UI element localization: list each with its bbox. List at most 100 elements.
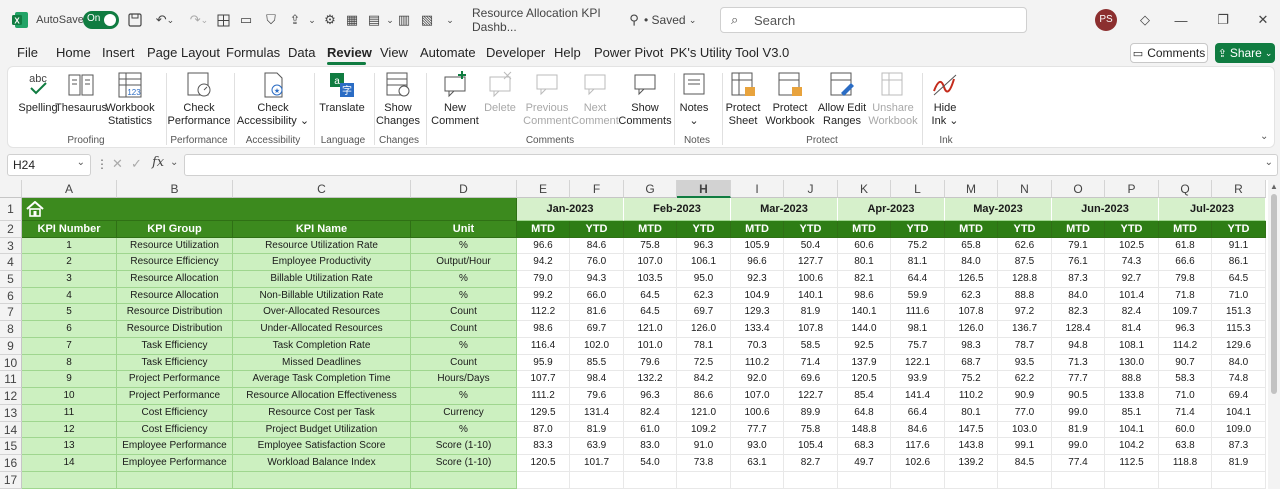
- value-cell[interactable]: 68.3: [838, 438, 891, 455]
- kpi-name-cell[interactable]: Resource Utilization Rate: [233, 238, 411, 254]
- value-cell[interactable]: 84.5: [998, 455, 1052, 472]
- unit-cell[interactable]: %: [411, 388, 517, 405]
- kpi-number-cell[interactable]: 4: [22, 288, 117, 304]
- minimize-icon[interactable]: —: [1172, 9, 1190, 31]
- redo-icon[interactable]: ↷ ⌄: [184, 9, 214, 31]
- empty-cell[interactable]: [891, 472, 945, 489]
- empty-cell[interactable]: [117, 472, 233, 489]
- formula-input[interactable]: ⌄: [184, 154, 1278, 176]
- value-cell[interactable]: 148.8: [838, 422, 891, 438]
- value-cell[interactable]: 99.0: [1052, 405, 1105, 422]
- kpi-name-cell[interactable]: Under-Allocated Resources: [233, 321, 411, 338]
- undo-icon[interactable]: ↶ ⌄: [150, 9, 180, 31]
- value-cell[interactable]: 128.8: [998, 271, 1052, 288]
- value-cell[interactable]: 87.0: [517, 422, 570, 438]
- value-cell[interactable]: 110.2: [945, 388, 998, 405]
- new-comment-button[interactable]: New Comment: [431, 71, 479, 128]
- row-header[interactable]: 2: [0, 221, 22, 238]
- column-header[interactable]: N: [998, 180, 1052, 198]
- unit-cell[interactable]: %: [411, 271, 517, 288]
- empty-cell[interactable]: [1105, 472, 1159, 489]
- kpi-number-cell[interactable]: 13: [22, 438, 117, 455]
- cancel-icon[interactable]: ✕: [112, 156, 123, 172]
- value-cell[interactable]: 151.3: [1212, 304, 1266, 321]
- value-cell[interactable]: 115.3: [1212, 321, 1266, 338]
- tab-formulas[interactable]: Formulas: [226, 45, 280, 60]
- value-cell[interactable]: 77.7: [1052, 371, 1105, 388]
- value-cell[interactable]: 91.0: [677, 438, 731, 455]
- value-cell[interactable]: 90.5: [1052, 388, 1105, 405]
- show-changes-button[interactable]: Show Changes: [376, 71, 420, 128]
- name-box[interactable]: H24 ⌄: [7, 154, 91, 176]
- empty-cell[interactable]: [731, 472, 784, 489]
- column-header[interactable]: G: [624, 180, 677, 198]
- protect-sheet-button[interactable]: Protect Sheet: [724, 71, 762, 128]
- kpi-name-cell[interactable]: Employee Productivity: [233, 254, 411, 271]
- kpi-group-cell[interactable]: Employee Performance: [117, 438, 233, 455]
- value-cell[interactable]: 98.4: [570, 371, 624, 388]
- value-cell[interactable]: 75.8: [784, 422, 838, 438]
- empty-cell[interactable]: [517, 472, 570, 489]
- calculator-icon[interactable]: ▥: [396, 9, 412, 31]
- kpi-group-cell[interactable]: Resource Utilization: [117, 238, 233, 254]
- value-cell[interactable]: 126.5: [945, 271, 998, 288]
- value-cell[interactable]: 104.9: [731, 288, 784, 304]
- value-cell[interactable]: 71.4: [1159, 405, 1212, 422]
- scroll-thumb[interactable]: [1271, 194, 1277, 394]
- column-header[interactable]: C: [233, 180, 411, 198]
- chevron-down-icon[interactable]: ⌄: [306, 9, 318, 31]
- value-cell[interactable]: 76.0: [570, 254, 624, 271]
- value-cell[interactable]: 77.7: [731, 422, 784, 438]
- value-cell[interactable]: 80.1: [838, 254, 891, 271]
- kpi-name-cell[interactable]: Over-Allocated Resources: [233, 304, 411, 321]
- value-cell[interactable]: 85.5: [570, 355, 624, 371]
- value-cell[interactable]: 99.0: [1052, 438, 1105, 455]
- value-cell[interactable]: 93.0: [731, 438, 784, 455]
- value-cell[interactable]: 54.0: [624, 455, 677, 472]
- value-cell[interactable]: 136.7: [998, 321, 1052, 338]
- protect-workbook-button[interactable]: Protect Workbook: [764, 71, 816, 128]
- value-cell[interactable]: 61.0: [624, 422, 677, 438]
- value-cell[interactable]: 66.4: [891, 405, 945, 422]
- value-cell[interactable]: 79.1: [1052, 238, 1105, 254]
- unshare-workbook-button[interactable]: Unshare Workbook: [866, 71, 920, 128]
- row-header[interactable]: 16: [0, 455, 22, 472]
- value-cell[interactable]: 64.5: [1212, 271, 1266, 288]
- chevron-down-icon[interactable]: ⌄: [170, 157, 178, 168]
- unit-cell[interactable]: Currency: [411, 405, 517, 422]
- kpi-group-cell[interactable]: Task Efficiency: [117, 355, 233, 371]
- value-cell[interactable]: 137.9: [838, 355, 891, 371]
- empty-cell[interactable]: [1052, 472, 1105, 489]
- value-cell[interactable]: 129.3: [731, 304, 784, 321]
- kpi-group-cell[interactable]: Resource Distribution: [117, 304, 233, 321]
- value-cell[interactable]: 75.7: [891, 338, 945, 355]
- show-comments-button[interactable]: Show Comments: [618, 71, 672, 128]
- tab-power-pivot[interactable]: Power Pivot: [594, 45, 663, 60]
- value-cell[interactable]: 71.4: [784, 355, 838, 371]
- empty-cell[interactable]: [1212, 472, 1266, 489]
- value-cell[interactable]: 129.5: [517, 405, 570, 422]
- value-cell[interactable]: 80.1: [945, 405, 998, 422]
- value-cell[interactable]: 87.3: [1212, 438, 1266, 455]
- row-header[interactable]: 5: [0, 271, 22, 288]
- insert-function-icon[interactable]: fx: [152, 155, 164, 170]
- value-cell[interactable]: 94.2: [517, 254, 570, 271]
- kpi-number-cell[interactable]: 14: [22, 455, 117, 472]
- value-cell[interactable]: 122.1: [891, 355, 945, 371]
- kpi-name-cell[interactable]: Task Completion Rate: [233, 338, 411, 355]
- column-header[interactable]: P: [1105, 180, 1159, 198]
- value-cell[interactable]: 100.6: [784, 271, 838, 288]
- customize-toolbar-icon[interactable]: ⌄: [444, 9, 456, 31]
- kpi-group-cell[interactable]: Project Performance: [117, 388, 233, 405]
- value-cell[interactable]: 111.6: [891, 304, 945, 321]
- value-cell[interactable]: 60.0: [1159, 422, 1212, 438]
- delete-comment-button[interactable]: Delete: [480, 71, 520, 115]
- value-cell[interactable]: 75.8: [624, 238, 677, 254]
- row-header[interactable]: 4: [0, 254, 22, 271]
- value-cell[interactable]: 94.3: [570, 271, 624, 288]
- value-cell[interactable]: 83.3: [517, 438, 570, 455]
- value-cell[interactable]: 62.3: [945, 288, 998, 304]
- close-icon[interactable]: ✕: [1254, 9, 1272, 31]
- value-cell[interactable]: 78.7: [998, 338, 1052, 355]
- value-cell[interactable]: 104.1: [1105, 422, 1159, 438]
